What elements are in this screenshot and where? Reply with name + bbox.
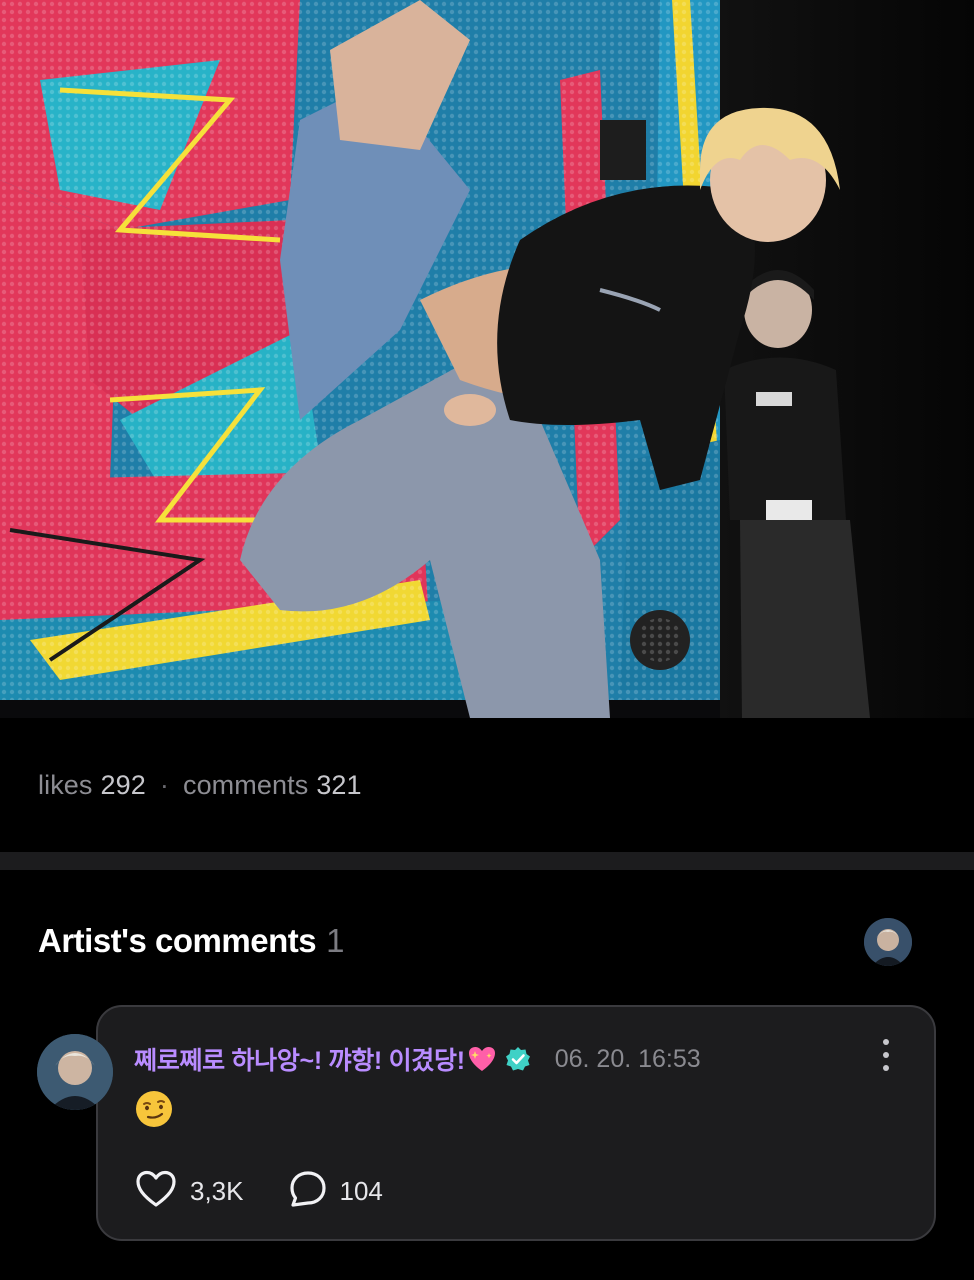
section-divider <box>0 852 974 870</box>
comment-timestamp: 06. 20. 16:53 <box>554 1044 701 1073</box>
sparkling-heart-emoji-icon <box>467 1045 497 1073</box>
post-photo[interactable] <box>0 0 974 718</box>
artist-comments-count: 1 <box>326 922 344 959</box>
comments-label: comments <box>182 770 309 800</box>
smirking-face-emoji-icon <box>134 1089 174 1129</box>
more-vertical-icon[interactable] <box>874 1037 898 1073</box>
like-count: 3,3K <box>190 1176 244 1206</box>
likes-count[interactable]: 292 <box>101 770 146 801</box>
post-stats: likes 292 · comments 321 <box>38 770 362 801</box>
comment-actions: 3,3K 104 <box>134 1169 383 1214</box>
heart-outline-icon <box>134 1169 178 1214</box>
artist-comments-title: Artist's comments 1 <box>38 922 344 960</box>
avatar-icon <box>37 1034 113 1110</box>
reply-count: 104 <box>339 1176 383 1206</box>
artist-avatar-icon[interactable] <box>864 918 912 966</box>
comment-author-avatar[interactable] <box>37 1034 113 1110</box>
reply-button[interactable]: 104 <box>288 1169 383 1214</box>
stats-separator: · <box>159 770 169 800</box>
comment-header: 쩨로쩨로 하나앙~! 꺄항! 이겼당! 06. 20. 16:53 <box>134 1041 701 1077</box>
comments-count[interactable]: 321 <box>316 770 361 801</box>
concert-photo-illustration <box>0 0 974 718</box>
artist-comment-card[interactable]: 쩨로쩨로 하나앙~! 꺄항! 이겼당! 06. 20. 16:53 3,3K 1… <box>96 1005 936 1241</box>
like-button[interactable]: 3,3K <box>134 1169 244 1214</box>
comment-author[interactable]: 쩨로쩨로 하나앙~! 꺄항! 이겼당! <box>134 1041 465 1077</box>
artist-comments-label: Artist's comments <box>38 922 317 959</box>
verified-badge-icon <box>505 1046 531 1072</box>
speech-bubble-icon <box>288 1169 328 1214</box>
likes-label: likes <box>38 770 93 800</box>
